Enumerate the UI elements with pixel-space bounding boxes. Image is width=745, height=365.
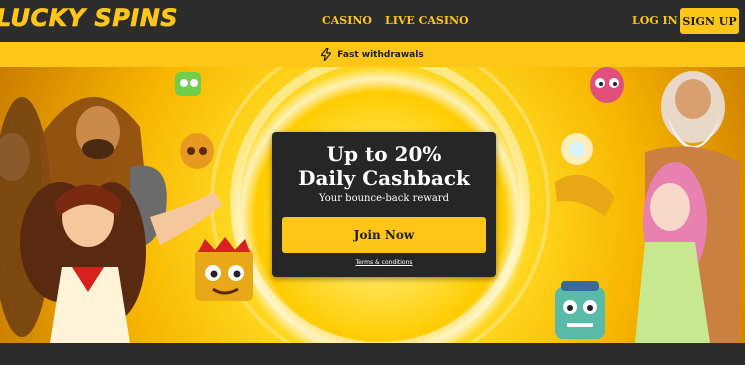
- hero-artwork-left: [0, 72, 253, 343]
- signup-button[interactable]: SIGN UP: [680, 8, 739, 34]
- site-logo[interactable]: LUCKY SPINS: [0, 4, 178, 33]
- hero-banner: Up to 20% Daily Cashback Your bounce-bac…: [0, 67, 745, 343]
- lightning-icon: [321, 48, 332, 61]
- terms-link[interactable]: Terms & conditions: [272, 259, 496, 266]
- promo-bar: Fast withdrawals: [0, 42, 745, 67]
- nav-live-casino[interactable]: LIVE CASINO: [385, 14, 469, 27]
- login-link[interactable]: LOG IN: [632, 14, 678, 27]
- promo-title: Up to 20% Daily Cashback: [272, 142, 496, 190]
- promo-card: Up to 20% Daily Cashback Your bounce-bac…: [272, 132, 496, 277]
- promo-subtitle: Your bounce-back reward: [319, 193, 449, 204]
- nav-casino[interactable]: CASINO: [322, 14, 372, 27]
- promo-title-line2: Daily Cashback: [298, 166, 470, 190]
- promo-title-line1: Up to 20%: [326, 142, 442, 166]
- page-footer-band: [0, 343, 745, 365]
- join-now-button[interactable]: Join Now: [282, 217, 486, 253]
- promo-text: Fast withdrawals: [337, 49, 424, 60]
- site-header: LUCKY SPINS CASINO LIVE CASINO LOG IN SI…: [0, 0, 745, 42]
- hero-artwork-right: [555, 67, 740, 343]
